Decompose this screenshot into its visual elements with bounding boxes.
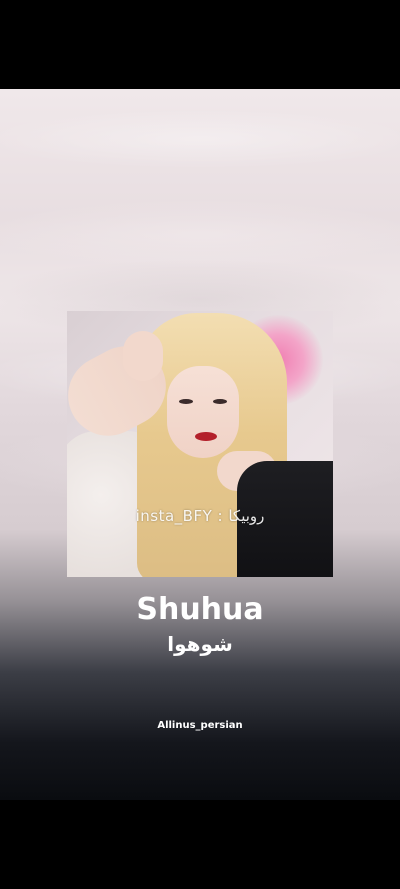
photo-watermark: insta_BFY : روبیکا [135,507,265,525]
photo-hand [123,331,163,381]
photo-eye-right [213,399,227,404]
story-subtitle: شوهوا [167,632,233,656]
story-screen[interactable]: insta_BFY : روبیکا Shuhua شوهوا Allinus_… [0,0,400,889]
photo-face [167,366,239,458]
profile-photo: insta_BFY : روبیکا [67,311,333,577]
photo-eye-left [179,399,193,404]
story-card[interactable]: insta_BFY : روبیکا Shuhua شوهوا Allinus_… [0,89,400,800]
background-texture [0,109,400,169]
story-title: Shuhua [136,592,264,627]
top-letterbox [0,0,400,89]
photo-lips [195,432,217,441]
bottom-letterbox [0,800,400,889]
story-credit: Allinus_persian [157,720,243,731]
